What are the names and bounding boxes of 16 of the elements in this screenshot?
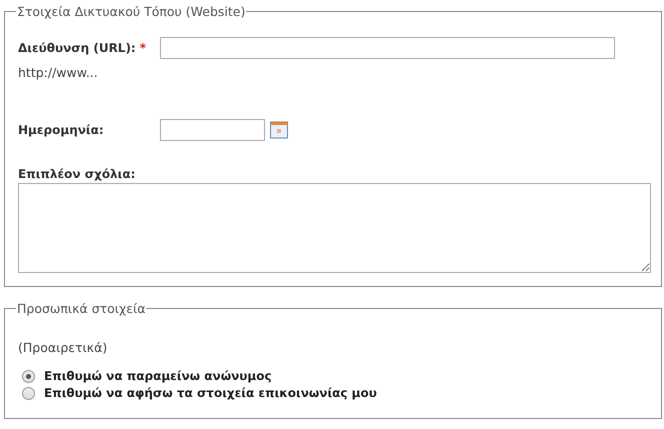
radio-button[interactable] (22, 370, 35, 382)
section-legend: Προσωπικά στοιχεία (16, 301, 146, 316)
section-legend: Στοιχεία Δικτυακού Τόπου (Website) (16, 4, 246, 19)
calendar-icon[interactable] (270, 121, 288, 139)
optional-note: (Προαιρετικά) (18, 340, 108, 355)
url-input[interactable] (160, 37, 615, 59)
field-label: Διεύθυνση (URL): (18, 41, 136, 55)
field-hint: http://www... (18, 65, 99, 80)
radio-label: Επιθυμώ να αφήσω τα στοιχεία επικοινωνίας μου (44, 386, 377, 400)
date-input[interactable] (160, 119, 265, 141)
field-label: Επιπλέον σχόλια: (18, 167, 136, 181)
radio-label: Επιθυμώ να παραμείνω ανώνυμος (44, 369, 272, 383)
field-label: Ημερομηνία: (18, 123, 104, 137)
required-mark: * (140, 41, 146, 55)
comments-textarea[interactable] (18, 183, 651, 273)
radio-button[interactable] (22, 386, 35, 400)
